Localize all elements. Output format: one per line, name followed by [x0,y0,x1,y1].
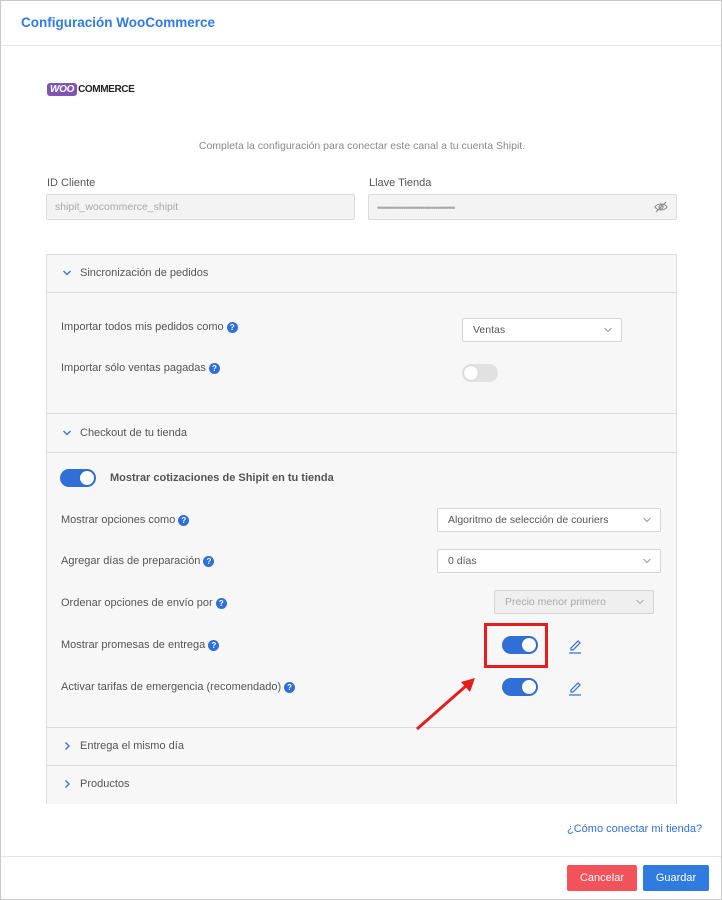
woocommerce-logo: WOO COMMERCE [47,81,135,97]
chevron-down-icon [643,517,651,523]
show-options-label-text: Mostrar opciones como [61,514,176,526]
chevron-right-icon [65,780,70,788]
toggle-knob [522,680,536,694]
emergency-label-text: Activar tarifas de emergencia (recomenda… [61,681,282,693]
section-checkout-title: Checkout de tu tienda [80,427,188,439]
paid-only-label-text: Importar sólo ventas pagadas [61,362,206,374]
sort-label-text: Ordenar opciones de envío por [61,597,213,609]
section-same-day-header[interactable]: Entrega el mismo día [47,728,676,766]
chevron-down-icon [643,558,651,564]
toggle-knob [80,471,94,485]
paid-only-label: Importar sólo ventas pagadas ? [61,362,220,374]
sort-select: Precio menor primero [494,590,654,614]
eye-slash-icon[interactable] [654,201,668,213]
client-id-value: shipit_wocommerce_shipit [55,201,179,213]
how-to-connect-link[interactable]: ¿Cómo conectar mi tienda? [567,823,702,835]
help-icon[interactable]: ? [284,681,296,693]
annotation-arrow [416,678,475,731]
store-key-field[interactable]: •••••••••••••••••••••••••••••••••••• [368,194,677,220]
logo-commerce: COMMERCE [78,83,135,95]
subtitle: Completa la configuración para conectar … [1,140,722,152]
logo-woo: WOO [47,82,78,96]
prep-days-label: Agregar días de preparación ? [61,555,215,567]
help-icon[interactable]: ? [215,597,227,609]
help-icon[interactable]: ? [208,362,220,374]
chevron-down-icon [63,430,71,436]
promises-label: Mostrar promesas de entrega ? [61,639,220,651]
section-checkout-header[interactable]: Checkout de tu tienda [47,415,676,453]
paid-only-toggle[interactable] [462,364,498,382]
pencil-icon[interactable] [567,639,583,655]
section-products-header[interactable]: Productos [47,766,676,804]
modal-title: Configuración WooCommerce [21,15,216,30]
prep-days-select[interactable]: 0 días [437,549,661,573]
sort-select-value: Precio menor primero [505,596,606,608]
pencil-icon[interactable] [567,681,583,697]
emergency-toggle[interactable] [502,678,538,696]
promises-label-text: Mostrar promesas de entrega [61,639,206,651]
prep-days-label-text: Agregar días de preparación [61,555,201,567]
toggle-knob [464,366,478,380]
chevron-down-icon [604,327,612,333]
show-quotes-toggle[interactable] [60,469,96,487]
modal-header: Configuración WooCommerce [1,1,721,46]
show-options-select-value: Algoritmo de selección de couriers [448,514,609,526]
save-button[interactable]: Guardar [643,865,709,891]
settings-panel: Sincronización de pedidos Importar todos… [46,254,677,804]
chevron-right-icon [65,742,70,750]
show-quotes-label-text: Mostrar cotizaciones de Shipit en tu tie… [110,472,334,484]
section-sync-title: Sincronización de pedidos [80,267,209,279]
chevron-down-icon [63,270,71,276]
config-modal: Configuración WooCommerce WOO COMMERCE C… [0,0,722,900]
section-sync-body: Importar todos mis pedidos como ? Ventas… [47,293,676,414]
section-same-day-title: Entrega el mismo día [80,740,184,752]
store-key-value: •••••••••••••••••••••••••••••••••••• [377,203,455,213]
help-icon[interactable]: ? [208,639,220,651]
import-label-text: Importar todos mis pedidos como [61,321,224,333]
show-quotes-label: Mostrar cotizaciones de Shipit en tu tie… [110,472,334,484]
cancel-button[interactable]: Cancelar [567,865,637,891]
prep-days-select-value: 0 días [448,555,477,567]
import-select-value: Ventas [473,324,506,336]
import-label: Importar todos mis pedidos como ? [61,321,238,333]
import-select[interactable]: Ventas [462,318,622,342]
emergency-label: Activar tarifas de emergencia (recomenda… [61,681,296,693]
show-options-select[interactable]: Algoritmo de selección de couriers [437,508,661,532]
section-sync-header[interactable]: Sincronización de pedidos [47,255,676,293]
section-checkout-body: Mostrar cotizaciones de Shipit en tu tie… [47,453,676,728]
sort-label: Ordenar opciones de envío por ? [61,597,227,609]
client-id-label: ID Cliente [47,177,96,189]
help-icon[interactable]: ? [203,555,215,567]
chevron-down-icon [636,599,644,605]
subtitle-text: Completa la configuración para conectar … [198,140,526,152]
store-key-label: Llave Tienda [369,177,432,189]
annotation-highlight-box [484,623,548,668]
show-options-label: Mostrar opciones como ? [61,514,190,526]
help-icon[interactable]: ? [178,514,190,526]
section-products-title: Productos [80,778,130,790]
client-id-field[interactable]: shipit_wocommerce_shipit [46,194,355,220]
help-icon[interactable]: ? [226,321,238,333]
